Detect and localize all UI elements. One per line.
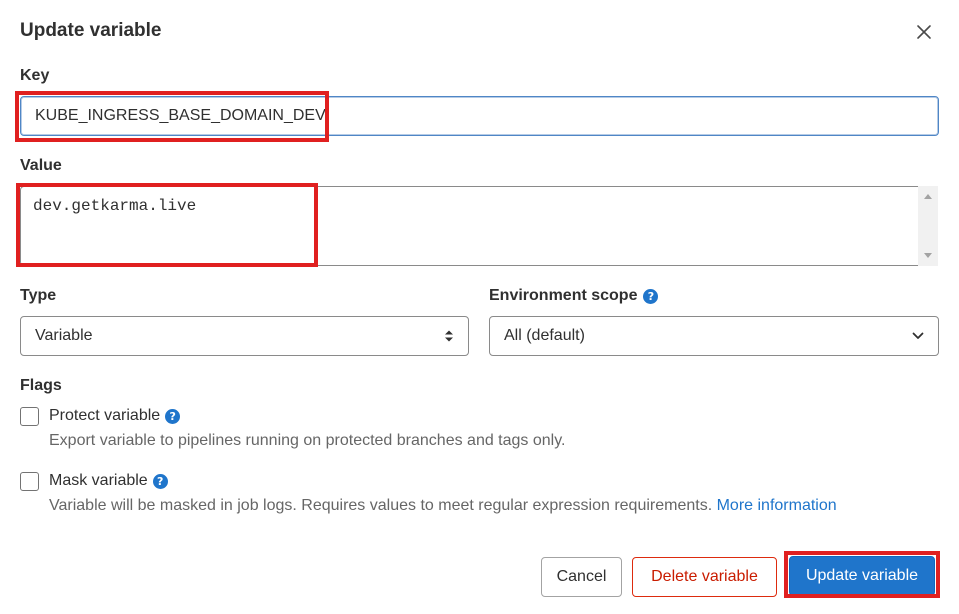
update-variable-button[interactable]: Update variable — [789, 556, 935, 596]
protect-variable-checkbox[interactable] — [20, 407, 39, 426]
key-input-value: KUBE_INGRESS_BASE_DOMAIN_DEV — [35, 107, 326, 124]
scroll-up-arrow-icon[interactable] — [924, 194, 932, 199]
protect-variable-description: Export variable to pipelines running on … — [49, 432, 566, 449]
environment-scope-select[interactable]: All (default) — [489, 316, 939, 356]
help-icon[interactable]: ? — [643, 288, 659, 304]
close-icon — [917, 25, 931, 39]
mask-variable-label-text: Mask variable — [49, 472, 148, 489]
delete-variable-button[interactable]: Delete variable — [632, 557, 777, 597]
more-information-link[interactable]: More information — [717, 497, 837, 514]
type-label: Type — [20, 287, 57, 304]
environment-scope-label-text: Environment scope — [489, 287, 638, 304]
flags-label: Flags — [20, 377, 62, 394]
protect-variable-label[interactable]: Protect variable ? — [49, 407, 181, 425]
environment-scope-value: All (default) — [504, 327, 585, 344]
help-icon[interactable]: ? — [165, 408, 181, 424]
update-variable-modal: Update variable Key KUBE_INGRESS_BASE_DO… — [0, 0, 959, 614]
value-textarea-text: dev.getkarma.live — [33, 197, 197, 215]
mask-variable-label[interactable]: Mask variable ? — [49, 472, 168, 490]
help-icon[interactable]: ? — [152, 473, 168, 489]
key-input[interactable]: KUBE_INGRESS_BASE_DOMAIN_DEV — [20, 96, 939, 136]
close-button[interactable] — [910, 18, 938, 46]
mask-variable-description: Variable will be masked in job logs. Req… — [49, 497, 837, 515]
cancel-button[interactable]: Cancel — [541, 557, 622, 597]
text-cursor — [326, 106, 328, 126]
mask-variable-description-text: Variable will be masked in job logs. Req… — [49, 497, 713, 514]
up-down-caret-icon — [444, 329, 454, 343]
mask-variable-checkbox[interactable] — [20, 472, 39, 491]
protect-variable-label-text: Protect variable — [49, 407, 161, 424]
value-label: Value — [20, 157, 62, 174]
key-label: Key — [20, 67, 50, 84]
scroll-down-arrow-icon[interactable] — [924, 253, 932, 258]
value-textarea[interactable]: dev.getkarma.live — [20, 186, 938, 266]
textarea-scrollbar[interactable] — [918, 186, 938, 266]
chevron-down-icon — [912, 332, 924, 340]
modal-title: Update variable — [20, 20, 162, 41]
type-select[interactable]: Variable — [20, 316, 469, 356]
environment-scope-label: Environment scope ? — [489, 287, 659, 305]
type-select-value: Variable — [35, 327, 93, 344]
